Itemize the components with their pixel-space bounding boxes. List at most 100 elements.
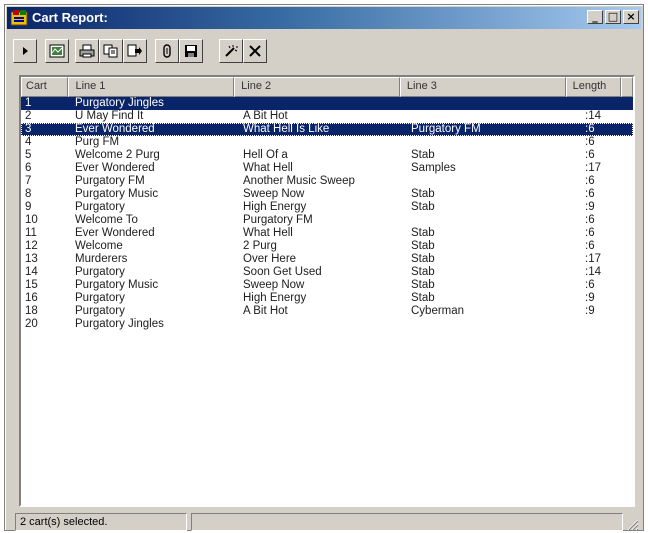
column-header-line3[interactable]: Line 3 [399, 77, 566, 97]
cell-cart: 8 [25, 188, 32, 200]
cell-line1: U May Find It [75, 110, 144, 122]
cell-line1: Welcome [75, 240, 123, 252]
cell-cart: 3 [25, 123, 32, 135]
print-button[interactable] [75, 39, 99, 63]
cell-cart: 5 [25, 149, 32, 161]
cell-cart: 4 [25, 136, 32, 148]
cell-line2: Purgatory FM [243, 214, 313, 226]
cell-cart: 7 [25, 175, 32, 187]
table-row[interactable]: 8 Purgatory Music Sweep Now Stab:6 [21, 188, 633, 201]
table-row[interactable]: 2 U May Find It A Bit Hot:14 [21, 110, 633, 123]
table-row[interactable]: 18 Purgatory A Bit Hot Cyberman:9 [21, 305, 633, 318]
cell-cart: 1 [25, 97, 32, 109]
cell-cart: 6 [25, 162, 32, 174]
table-row[interactable]: 5 Welcome 2 Purg Hell Of a Stab:6 [21, 149, 633, 162]
attach-icon [163, 44, 171, 58]
cell-line1: Purgatory [75, 201, 125, 213]
cell-line2: High Energy [243, 292, 307, 304]
cell-line2: What Hell [243, 227, 293, 239]
close-icon: × [626, 10, 636, 23]
table-row[interactable]: 3 Ever Wondered What Hell Is Like Purgatory… [21, 123, 633, 136]
export-icon [127, 44, 142, 57]
column-header-cart[interactable]: Cart [21, 77, 69, 97]
cell-line1: Welcome 2 Purg [75, 149, 160, 161]
cell-length: :6 [585, 227, 595, 239]
cell-line3 [405, 110, 573, 123]
cart-report-window: Cart Report: _ □ × Cart Line 1 Line 2 Li… [4, 4, 644, 531]
cell-line1: Ever Wondered [75, 123, 155, 135]
magic-wand-icon [225, 45, 238, 57]
table-row[interactable]: 10 Welcome To Purgatory FM:6 [21, 214, 633, 227]
cell-line2 [237, 136, 405, 149]
print-icon [79, 44, 95, 58]
table-row[interactable]: 15 Purgatory Music Sweep Now Stab:6 [21, 279, 633, 292]
cell-line1: Purgatory [75, 266, 125, 278]
cell-cart: 20 [25, 318, 38, 330]
column-header-line2[interactable]: Line 2 [234, 77, 400, 97]
attach-button[interactable] [155, 39, 179, 63]
table-row[interactable]: 7 Purgatory FM Another Music Sweep:6 [21, 175, 633, 188]
cell-cart: 13 [25, 253, 38, 265]
cell-line3 [405, 136, 573, 149]
maximize-button[interactable]: □ [605, 10, 621, 24]
column-header-length[interactable]: Length [565, 77, 621, 97]
cell-line2: What Hell Is Like [243, 123, 330, 135]
delete-button[interactable] [243, 39, 267, 63]
table-row[interactable]: 9 Purgatory High Energy Stab:9 [21, 201, 633, 214]
save-icon [185, 45, 197, 57]
magic-wand-button[interactable] [219, 39, 243, 63]
table-row[interactable]: 4 Purg FM:6 [21, 136, 633, 149]
table-row[interactable]: 12 Welcome 2 Purg Stab:6 [21, 240, 633, 253]
copy-button[interactable] [99, 39, 123, 63]
cell-cart: 18 [25, 305, 38, 317]
cell-cart: 14 [25, 266, 38, 278]
table-row[interactable]: 16 Purgatory High Energy Stab:9 [21, 292, 633, 305]
cell-line3: Stab [411, 201, 435, 213]
table-row[interactable]: 14 Purgatory Soon Get Used Stab:14 [21, 266, 633, 279]
chart-icon [49, 44, 65, 58]
export-button[interactable] [123, 39, 147, 63]
cell-line3 [405, 318, 573, 331]
cell-line1: Purgatory [75, 292, 125, 304]
save-button[interactable] [179, 39, 203, 63]
maximize-icon: □ [607, 10, 619, 23]
cell-line1: Purg FM [75, 136, 120, 148]
cell-line1: Purgatory [75, 305, 125, 317]
status-bar: 2 cart(s) selected. [15, 513, 639, 531]
chart-button[interactable] [45, 39, 69, 63]
cell-line3: Stab [411, 266, 435, 278]
cell-length: :14 [585, 266, 601, 278]
cell-length: :9 [585, 201, 595, 213]
resize-grip-icon[interactable] [625, 517, 639, 531]
table-row[interactable]: 6 Ever Wondered What Hell Samples:17 [21, 162, 633, 175]
cell-line1: Purgatory FM [75, 175, 145, 187]
cart-list[interactable]: Cart Line 1 Line 2 Line 3 Length 1 Purgat… [19, 75, 635, 507]
table-row[interactable]: 11 Ever Wondered What Hell Stab:6 [21, 227, 633, 240]
toolbar [13, 37, 635, 67]
column-header-line1[interactable]: Line 1 [68, 77, 235, 97]
cell-cart: 2 [25, 110, 32, 122]
cell-line2: High Energy [243, 201, 307, 213]
cell-line3 [405, 214, 573, 227]
close-window-button[interactable]: × [623, 10, 639, 24]
cell-line3: Stab [411, 279, 435, 291]
cell-length: :9 [585, 305, 595, 317]
table-row[interactable]: 20 Purgatory Jingles [21, 318, 633, 331]
cell-length [573, 97, 629, 110]
cell-line1: Purgatory Jingles [75, 97, 164, 109]
status-text: 2 cart(s) selected. [15, 513, 187, 531]
cell-line1: Purgatory Music [75, 188, 159, 200]
play-button[interactable] [13, 39, 37, 63]
cell-line3: Stab [411, 253, 435, 265]
cell-line2: What Hell [243, 162, 293, 174]
cell-length [573, 318, 629, 331]
table-row[interactable]: 13 Murderers Over Here Stab:17 [21, 253, 633, 266]
minimize-button[interactable]: _ [587, 10, 603, 24]
cell-line1: Purgatory Music [75, 279, 159, 291]
table-row[interactable]: 1 Purgatory Jingles [21, 97, 633, 110]
cell-cart: 16 [25, 292, 38, 304]
minimize-icon: _ [592, 10, 598, 23]
cell-length: :6 [585, 214, 595, 226]
cell-length: :6 [585, 123, 595, 135]
title-bar[interactable]: Cart Report: _ □ × [7, 7, 641, 29]
